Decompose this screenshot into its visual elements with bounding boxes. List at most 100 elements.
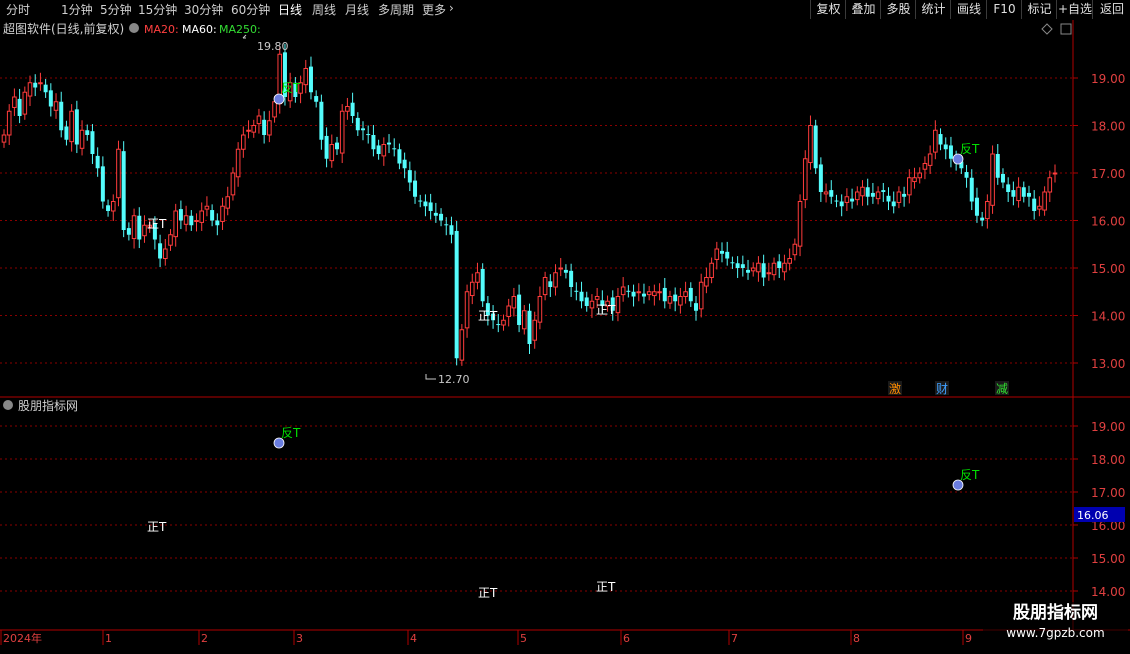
candle-body-up [267,120,272,136]
candle-body-down [1021,187,1026,197]
candle-body-down [746,269,751,273]
y-tick-label: 18.00 [1091,120,1125,134]
candle-body-down [43,84,48,93]
candle-body-down [865,187,870,197]
toolbar-button-3[interactable]: 统计 [915,0,951,19]
x-tick-label: 2 [201,632,208,645]
timeframe-tab-5[interactable]: 60分钟 [231,1,270,18]
x-tick-label: 9 [965,632,972,645]
candle-body-up [657,291,662,294]
candle-body-down [413,180,418,197]
toolbar-button-0[interactable]: 复权 [810,0,846,19]
watermark: 股朋指标网 www.7gpzb.com [983,602,1128,646]
candle-body-down [735,263,740,268]
candle-body-down [777,261,782,268]
x-tick-label: 1 [105,632,112,645]
candle-body-up [917,172,923,179]
sell-signal-icon [273,93,285,105]
candle-body-up [230,172,236,196]
candle-body-down [59,101,64,131]
y-tick-label: 17.00 [1091,167,1125,181]
sell-signal-label: 反T [281,81,301,95]
candle-body-down [938,134,943,145]
candle-body-down [33,82,38,88]
candle-body-up [558,267,564,270]
badge-cai[interactable]: 财 [936,382,948,396]
candle-body-down [402,159,407,169]
timeframe-tab-2[interactable]: 5分钟 [100,1,132,18]
toolbar-button-1[interactable]: 叠加 [845,0,881,19]
candle-body-down [969,177,974,202]
timeframe-tab-3[interactable]: 15分钟 [138,1,177,18]
timeframe-tab-0[interactable]: 分时 [6,1,30,18]
candle-body-up [241,134,246,150]
timeframe-tab-7[interactable]: 周线 [312,1,336,18]
candle-body-down [262,119,267,135]
indicator-title: 股朋指标网 [18,398,78,413]
chart-svg: 19.00 18.00 17.00 16.00 15.00 14.00 13.00 19.0… [0,20,1130,650]
watermark-url: www.7gpzb.com [1006,626,1105,640]
candle-body-up [709,262,714,278]
candle-body-up [162,248,168,259]
candle-body-up [844,196,850,203]
ma20-label: MA20: [144,23,179,36]
indicator-menu-icon[interactable] [3,400,13,410]
toolbar-button-2[interactable]: 多股 [880,0,916,19]
ma60-label: MA60: [182,23,217,36]
candle-body-up [646,291,652,296]
candle-body-down [761,263,766,278]
chevron-right-icon[interactable]: › [449,1,454,15]
candle-body-down [891,201,896,207]
y-tick-label: 14.00 [1091,585,1125,599]
timeframe-tab-9[interactable]: 多周期 [378,1,414,18]
candle-body-up [792,243,798,256]
candle-body-up [771,262,777,276]
candle-body-up [329,144,335,162]
candle-body-up [12,96,17,108]
candle-body-down [974,197,979,216]
candle-body-up [797,201,803,247]
candle-body-up [1,134,7,143]
badge-jian[interactable]: 减 [996,382,1008,396]
toolbar-button-8[interactable]: 返回 [1092,0,1130,19]
low-price-label: 12.70 [438,373,470,386]
current-value-label: 16.06 [1077,509,1109,522]
candle-body-down [1011,190,1016,197]
toolbar-button-7[interactable]: +自选 [1056,0,1093,19]
x-tick-label: 2024年 [3,631,42,645]
timeframe-tab-10[interactable]: 更多 [422,1,446,18]
candle-body-up [1052,172,1058,175]
candle-body-up [620,286,626,296]
chart-menu-icon[interactable] [129,23,139,33]
candle-body-up [194,220,199,222]
candle-body-down [964,172,969,178]
candle-body-down [178,209,183,221]
candle-body-down [397,149,402,164]
toolbar-button-4[interactable]: 画线 [950,0,987,19]
top-toolbar: 分时 1分钟 5分钟 15分钟 30分钟 60分钟 日线 周线 月线 多周期 更多 › 复权 叠加 多股 统计… [0,0,1130,21]
candle-body-down [626,290,631,292]
candle-body-up [69,110,74,143]
candle-body-down [730,262,735,264]
candle-body-up [698,281,704,310]
candle-body-down [423,201,428,207]
candle-body-down [829,190,834,197]
candle-body-down [106,205,111,211]
candle-body-down [579,291,584,302]
x-tick-label: 7 [731,632,738,645]
toolbar-button-6[interactable]: 标记 [1021,0,1057,19]
candle-body-up [532,319,538,341]
candle-body-up [553,272,558,288]
buy-signal-label: 正T [596,303,616,317]
timeframe-tab-4[interactable]: 30分钟 [184,1,223,18]
buy-signal-label: 正T [147,520,167,534]
timeframe-tab-1[interactable]: 1分钟 [61,1,93,18]
timeframe-tab-6[interactable]: 日线 [278,1,302,18]
candle-body-down [376,145,381,154]
badge-ji[interactable]: 激 [889,382,901,396]
timeframe-tab-8[interactable]: 月线 [345,1,369,18]
candle-body-down [720,250,725,254]
candle-body-down [673,294,678,302]
toolbar-button-5[interactable]: F10 [986,0,1022,19]
candle-body-down [215,220,220,226]
